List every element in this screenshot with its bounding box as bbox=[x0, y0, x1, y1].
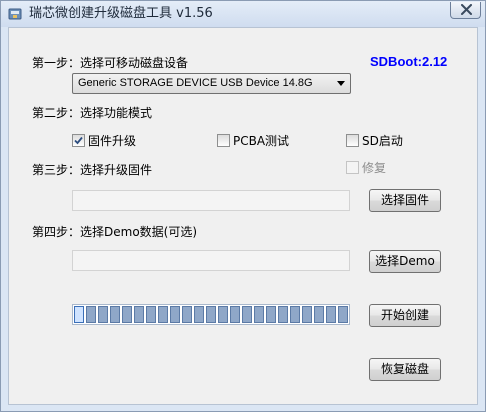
progress-segment bbox=[86, 306, 96, 323]
title-bar[interactable]: 瑞芯微创建升级磁盘工具 v1.56 bbox=[1, 1, 485, 27]
progress-segment bbox=[134, 306, 144, 323]
progress-segment bbox=[254, 306, 264, 323]
progress-segment bbox=[194, 306, 204, 323]
firmware-path-field[interactable] bbox=[72, 190, 350, 211]
step3-label: 第三步：选择升级固件 bbox=[32, 163, 153, 177]
progress-segment bbox=[218, 306, 228, 323]
progress-segment bbox=[326, 306, 336, 323]
progress-segment bbox=[122, 306, 132, 323]
device-select[interactable]: Generic STORAGE DEVICE USB Device 14.8G bbox=[72, 73, 351, 94]
firmware-upgrade-label: 固件升级 bbox=[88, 134, 137, 148]
progress-bar bbox=[72, 304, 350, 325]
checkmark-icon bbox=[74, 136, 83, 145]
progress-segment bbox=[206, 306, 216, 323]
sd-boot-checkbox[interactable] bbox=[346, 134, 359, 147]
close-button[interactable] bbox=[450, 2, 481, 19]
select-firmware-button[interactable]: 选择固件 bbox=[369, 189, 441, 212]
usb-drive-icon bbox=[8, 8, 22, 20]
progress-segment bbox=[110, 306, 120, 323]
close-icon bbox=[461, 4, 472, 15]
sd-boot-label: SD启动 bbox=[362, 134, 403, 148]
chevron-down-icon bbox=[337, 81, 345, 86]
version-label: SDBoot:2.12 bbox=[370, 54, 448, 69]
progress-segment bbox=[230, 306, 240, 323]
firmware-upgrade-checkbox[interactable] bbox=[72, 134, 85, 147]
start-create-button[interactable]: 开始创建 bbox=[369, 304, 441, 327]
progress-segment bbox=[170, 306, 180, 323]
progress-segment bbox=[98, 306, 108, 323]
step1-label: 第一步：选择可移动磁盘设备 bbox=[32, 56, 189, 70]
device-select-value: Generic STORAGE DEVICE USB Device 14.8G bbox=[78, 77, 313, 89]
pcba-test-label: PCBA测试 bbox=[233, 134, 290, 148]
pcba-test-checkbox[interactable] bbox=[217, 134, 230, 147]
progress-segment bbox=[158, 306, 168, 323]
repair-label: 修复 bbox=[362, 161, 387, 175]
step4-label: 第四步：选择Demo数据(可选) bbox=[32, 225, 198, 239]
progress-segment bbox=[338, 306, 348, 323]
restore-disk-button[interactable]: 恢复磁盘 bbox=[369, 358, 441, 381]
progress-segment bbox=[74, 306, 84, 323]
progress-segment bbox=[146, 306, 156, 323]
repair-checkbox[interactable] bbox=[346, 161, 359, 174]
progress-segment bbox=[302, 306, 312, 323]
app-window: 瑞芯微创建升级磁盘工具 v1.56 第一步：选择可移动磁盘设备 SDBoot:2… bbox=[0, 0, 486, 412]
demo-path-field[interactable] bbox=[72, 250, 350, 271]
progress-segment bbox=[314, 306, 324, 323]
step2-label: 第二步：选择功能模式 bbox=[32, 106, 153, 120]
main-panel: 第一步：选择可移动磁盘设备 SDBoot:2.12 Generic STORAG… bbox=[8, 27, 478, 405]
progress-segment bbox=[182, 306, 192, 323]
window-title: 瑞芯微创建升级磁盘工具 v1.56 bbox=[29, 6, 213, 21]
progress-segments bbox=[74, 306, 348, 323]
progress-segment bbox=[278, 306, 288, 323]
progress-segment bbox=[266, 306, 276, 323]
select-demo-button[interactable]: 选择Demo bbox=[369, 250, 441, 273]
progress-segment bbox=[242, 306, 252, 323]
progress-segment bbox=[290, 306, 300, 323]
